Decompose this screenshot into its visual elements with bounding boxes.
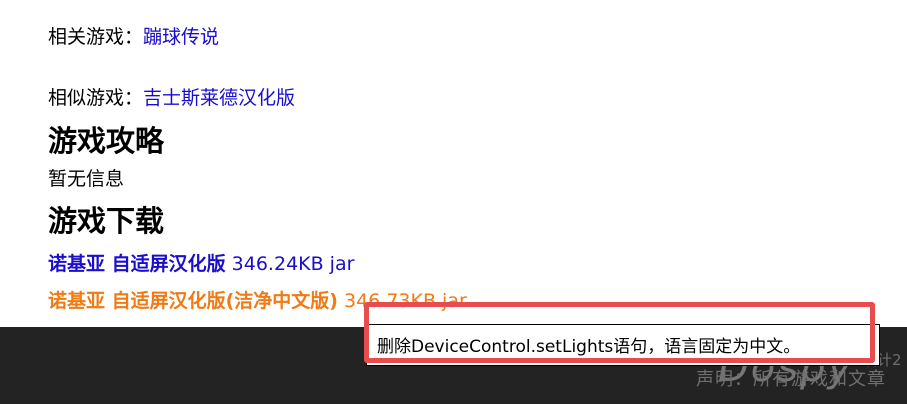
download-item-1[interactable]: 诺基亚 自适屏汉化版 346.24KB jar	[48, 251, 354, 277]
related-game-link[interactable]: 蹦球传说	[143, 26, 219, 48]
similar-game-link[interactable]: 吉士斯莱德汉化版	[143, 87, 295, 109]
footer-disclaimer: 声明：所有游戏和文章	[696, 369, 886, 390]
related-games-label: 相关游戏：	[48, 26, 144, 48]
related-games-row: 相关游戏：蹦球传说	[48, 24, 219, 50]
download-heading: 游戏下载	[48, 204, 165, 238]
download-item-size: 346.24KB jar	[231, 253, 355, 275]
page: 相关游戏：蹦球传说 相似游戏：吉士斯莱德汉化版 游戏攻略 暂无信息 游戏下载 诺…	[0, 0, 907, 404]
download-item-name[interactable]: 诺基亚 自适屏汉化版	[48, 253, 226, 275]
guide-heading: 游戏攻略	[48, 124, 165, 158]
download-item-size: 346.73KB jar	[344, 290, 467, 312]
download-item-2[interactable]: 诺基亚 自适屏汉化版(洁净中文版) 346.73KB jar	[48, 288, 467, 314]
tooltip: 删除DeviceControl.setLights语句，语言固定为中文。	[366, 324, 880, 366]
similar-games-row: 相似游戏：吉士斯莱德汉化版	[48, 85, 295, 111]
download-item-name[interactable]: 诺基亚 自适屏汉化版(洁净中文版)	[48, 290, 338, 312]
guide-text: 暂无信息	[48, 168, 125, 190]
similar-games-label: 相似游戏：	[48, 87, 144, 109]
